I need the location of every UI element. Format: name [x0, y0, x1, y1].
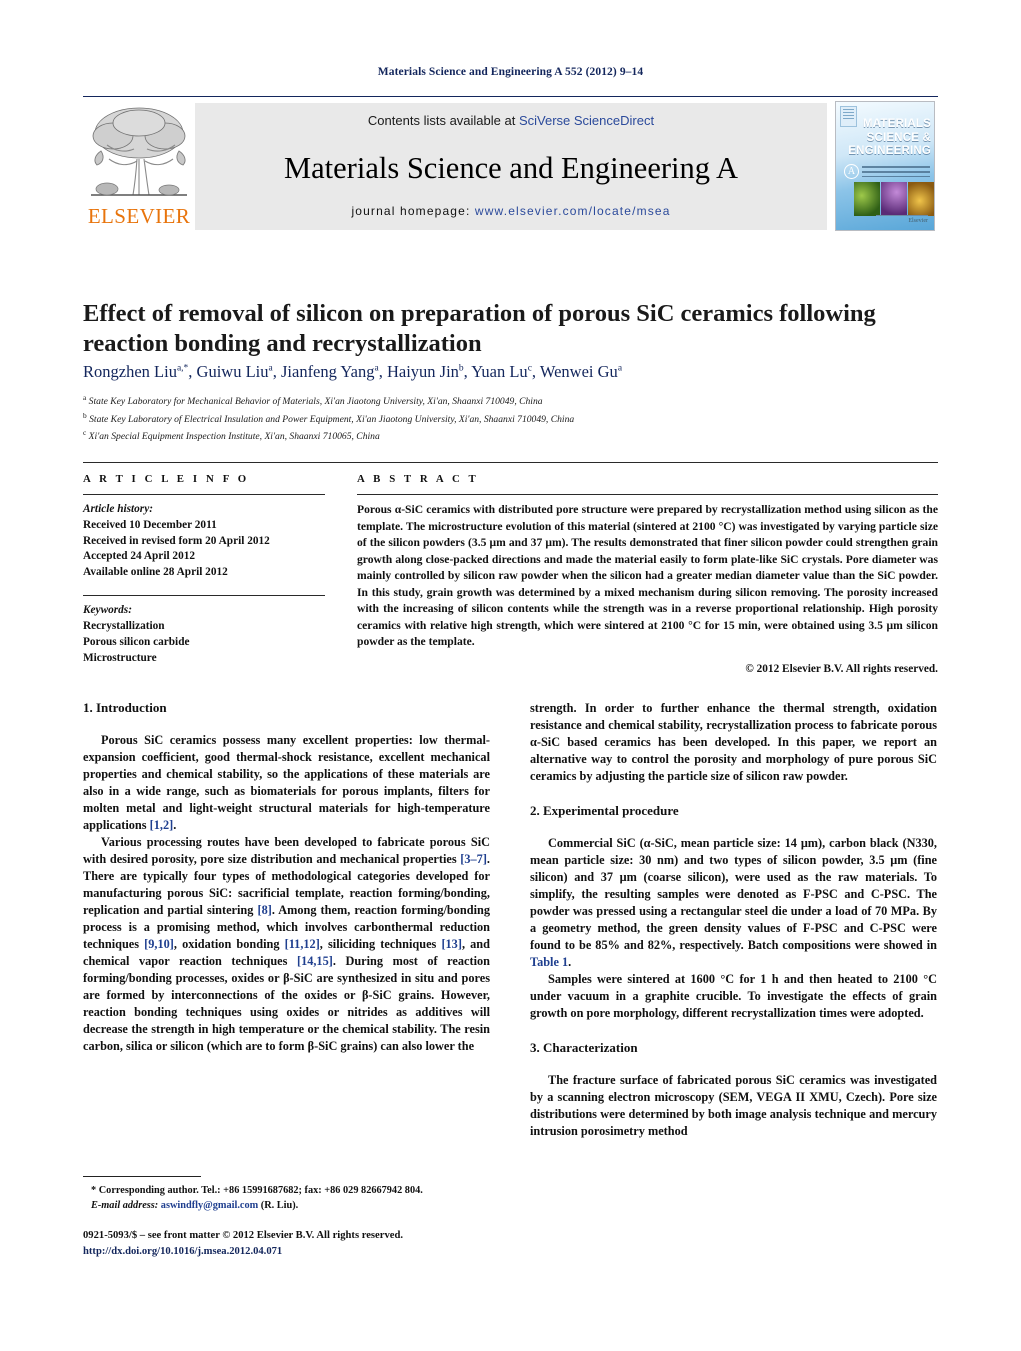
contents-prefix: Contents lists available at: [367, 113, 519, 128]
article-history-label: Article history:: [83, 503, 153, 515]
cover-title-line1: MATERIALS: [862, 118, 931, 130]
affiliation-mark: a: [83, 393, 87, 402]
history-item: Available online 28 April 2012: [83, 566, 228, 579]
footnote-text: * Corresponding author. Tel.: +86 159916…: [83, 1183, 490, 1214]
issn-line: 0921-5093/$ – see front matter © 2012 El…: [83, 1230, 403, 1241]
citation-ref[interactable]: [9,10]: [144, 937, 174, 951]
abstract-text: Porous α-SiC ceramics with distributed p…: [357, 503, 938, 649]
experimental-paragraph-1: Commercial SiC (α-SiC, mean particle siz…: [530, 835, 937, 971]
keyword-item: Porous silicon carbide: [83, 635, 190, 648]
intro-p2-g: . During most of reaction forming/bondin…: [83, 954, 490, 1054]
footnote-email-label: E-mail address:: [91, 1200, 161, 1212]
elsevier-logo: ELSEVIER: [83, 97, 195, 236]
history-item: Accepted 24 April 2012: [83, 550, 196, 563]
affiliation-item: a State Key Laboratory for Mechanical Be…: [83, 393, 543, 408]
intro-p2-a: Various processing routes have been deve…: [83, 835, 490, 867]
section-heading-introduction: 1. Introduction: [83, 700, 167, 715]
elsevier-wordmark: ELSEVIER: [87, 204, 191, 228]
abstract-column: A B S T R A C T Porous α-SiC ceramics wi…: [341, 473, 938, 675]
homepage-prefix: journal homepage:: [351, 204, 475, 218]
running-head: Materials Science and Engineering A 552 …: [377, 66, 644, 78]
affiliation-list: a State Key Laboratory for Mechanical Be…: [83, 392, 943, 445]
info-abstract-region: A R T I C L E I N F O Article history: R…: [83, 462, 938, 675]
body-columns: 1. Introduction Porous SiC ceramics poss…: [83, 700, 938, 1155]
table-1-link[interactable]: Table 1: [530, 955, 568, 969]
keywords-rule: [83, 595, 325, 597]
characterization-paragraph-1: The fracture surface of fabricated porou…: [530, 1073, 937, 1139]
intro-paragraph-2: Various processing routes have been deve…: [83, 834, 490, 1055]
keyword-item: Recrystallization: [83, 619, 165, 632]
cover-section-badge: A: [844, 164, 859, 179]
journal-homepage-line: journal homepage: www.elsevier.com/locat…: [195, 204, 827, 218]
intro-p2-d: , oxidation bonding: [173, 937, 285, 952]
keywords-label: Keywords:: [83, 604, 132, 617]
cover-subtitle-texture: [862, 166, 930, 177]
footnote-rule: [83, 1176, 201, 1177]
citation-ref[interactable]: [13]: [441, 937, 462, 951]
affiliation-item: b State Key Laboratory of Electrical Ins…: [83, 410, 575, 425]
keyword-item: Microstructure: [83, 651, 157, 664]
body-column-right: strength. In order to further enhance th…: [530, 700, 937, 1155]
cover-footer: Elsevier: [876, 215, 928, 224]
elsevier-tree-icon: [91, 107, 187, 196]
article-info-heading: A R T I C L E I N F O: [83, 473, 250, 485]
cover-footer-rule: [876, 215, 928, 216]
page-title: Effect of removal of silicon on preparat…: [83, 300, 876, 358]
exp-p1-a: Commercial SiC (α-SiC, mean particle siz…: [530, 836, 937, 953]
footnote-email-suffix: (R. Liu).: [258, 1200, 299, 1212]
citation-ref[interactable]: [1,2]: [150, 818, 174, 832]
intro-paragraph-3: strength. In order to further enhance th…: [530, 701, 937, 784]
keywords-block: Keywords: Recrystallization Porous silic…: [83, 603, 325, 666]
citation-ref[interactable]: [14,15]: [297, 954, 333, 968]
cover-title-line2: SCIENCE &: [866, 131, 931, 144]
cover-micrograph-strip: [854, 182, 934, 216]
doi-link[interactable]: http://dx.doi.org/10.1016/j.msea.2012.04…: [83, 1244, 583, 1260]
paper-page: Materials Science and Engineering A 552 …: [0, 0, 1021, 1351]
section-heading-experimental: 2. Experimental procedure: [530, 803, 679, 819]
abstract-rule: [357, 494, 938, 495]
homepage-url[interactable]: www.elsevier.com/locate/msea: [475, 204, 671, 218]
cover-title: MATERIALS SCIENCE & ENGINEERING: [836, 118, 931, 159]
history-item: Received in revised form 20 April 2012: [83, 534, 270, 547]
banner-center: Contents lists available at SciVerse Sci…: [195, 103, 827, 230]
copyright-line: © 2012 Elsevier B.V. All rights reserved…: [745, 662, 938, 675]
page-footer: 0921-5093/$ – see front matter © 2012 El…: [83, 1228, 583, 1260]
history-item: Received 10 December 2011: [83, 518, 217, 531]
cover-micrograph-1: [854, 182, 880, 216]
intro-p1-text: Porous SiC ceramics possess many excelle…: [83, 733, 490, 833]
cover-footer-text: Elsevier: [908, 218, 928, 224]
journal-cover-thumbnail[interactable]: MATERIALS SCIENCE & ENGINEERING A Elsevi…: [835, 101, 938, 231]
sciencedirect-link[interactable]: SciVerse ScienceDirect: [519, 113, 654, 128]
citation-ref[interactable]: [3–7]: [460, 852, 487, 866]
body-column-left: 1. Introduction Porous SiC ceramics poss…: [83, 700, 490, 1155]
citation-ref[interactable]: [8]: [257, 903, 271, 917]
article-history-block: Article history: Received 10 December 20…: [83, 502, 325, 581]
experimental-paragraph-2: Samples were sintered at 1600 °C for 1 h…: [530, 972, 937, 1021]
citation-ref[interactable]: [11,12]: [285, 937, 320, 951]
article-info-column: A R T I C L E I N F O Article history: R…: [83, 473, 341, 675]
affiliation-mark: c: [83, 428, 87, 438]
intro-p1-tail: .: [173, 818, 177, 833]
journal-title: Materials Science and Engineering A: [284, 150, 738, 185]
cover-subtitle: A: [844, 164, 930, 179]
cover-micrograph-3: [908, 182, 934, 216]
exp-p1-b: .: [568, 955, 572, 970]
intro-p2-e: , siliciding techniques: [319, 937, 442, 952]
journal-banner: ELSEVIER Contents lists available at Sci…: [83, 96, 938, 236]
intro-paragraph-1: Porous SiC ceramics possess many excelle…: [83, 732, 490, 834]
footnote-email-link[interactable]: aswindfly@gmail.com: [161, 1200, 258, 1211]
affiliation-mark: b: [83, 410, 87, 420]
cover-micrograph-2: [881, 182, 907, 216]
author-list: Rongzhen Liua,*, Guiwu Liua, Jianfeng Ya…: [83, 362, 623, 381]
footnote-corresponding: Corresponding author. Tel.: +86 15991687…: [96, 1185, 423, 1196]
corresponding-author-footnote: * Corresponding author. Tel.: +86 159916…: [83, 1176, 490, 1214]
contents-list-line: Contents lists available at SciVerse Sci…: [195, 113, 827, 128]
cover-title-line3: ENGINEERING: [848, 145, 931, 158]
article-info-rule: [83, 494, 325, 495]
section-heading-characterization: 3. Characterization: [530, 1040, 638, 1056]
affiliation-item: c Xi'an Special Equipment Inspection Ins…: [83, 428, 380, 443]
abstract-heading: A B S T R A C T: [357, 473, 479, 485]
